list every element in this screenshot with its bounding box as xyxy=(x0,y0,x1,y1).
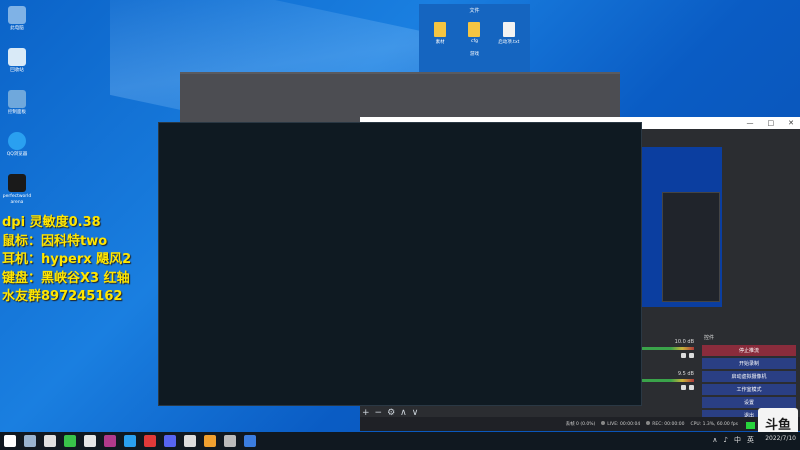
browser-icon[interactable] xyxy=(124,435,136,447)
app-icon[interactable] xyxy=(104,435,116,447)
status-indicator-icon xyxy=(746,422,755,429)
mixer-channel[interactable]: 10.0 dB xyxy=(636,339,694,358)
live-time: LIVE: 00:00:04 xyxy=(607,422,641,427)
gear-icon[interactable] xyxy=(689,353,694,358)
overlay-line: 水友群897245162 xyxy=(2,289,123,304)
remove-button[interactable]: − xyxy=(375,408,383,418)
desktop-icon-control-panel[interactable]: 控制面板 xyxy=(2,90,32,116)
qq-icon[interactable] xyxy=(84,435,96,447)
folder-icon xyxy=(434,22,447,37)
projector-window[interactable] xyxy=(158,122,642,406)
desktop-icon-recycle-bin[interactable]: 回收站 xyxy=(2,48,32,74)
mixer-db: 9.5 dB xyxy=(677,371,694,377)
stop-streaming-button[interactable]: 停止推流 xyxy=(702,345,796,356)
desktop-icon-label: 回收站 xyxy=(10,68,24,73)
discord-icon[interactable] xyxy=(164,435,176,447)
mixer-db: 10.0 dB xyxy=(674,339,694,345)
move-up-button[interactable]: ∧ xyxy=(400,408,407,418)
volume-meter xyxy=(636,347,694,350)
file-item-startup-txt[interactable]: 启动项.txt xyxy=(494,22,524,45)
explorer-title: 文件 xyxy=(469,8,480,14)
chat-icon[interactable] xyxy=(224,435,236,447)
maximize-button[interactable]: □ xyxy=(768,119,775,127)
rec-time: REC: 00:00:00 xyxy=(652,422,685,427)
steam-icon[interactable] xyxy=(24,435,36,447)
file-item-cfg[interactable]: cfg xyxy=(459,22,489,45)
stream-overlay-text: dpi 灵敏度0.38 鼠标：因科特two 耳机：hyperx 飓风2 键盘：黑… xyxy=(2,214,131,307)
ime-chinese[interactable]: 中 xyxy=(734,435,741,445)
overlay-line: 鼠标：因科特two xyxy=(2,233,108,249)
qq-browser-icon[interactable] xyxy=(244,435,256,447)
desktop-icon-computer[interactable]: 此电脑 xyxy=(2,6,32,32)
move-down-button[interactable]: ∨ xyxy=(412,408,419,418)
folder-icon xyxy=(468,22,481,37)
text-file-icon xyxy=(502,22,515,37)
taskbar: ∧ ♪ 中 英 2022/7/10 xyxy=(0,432,800,450)
obs-preview-nested xyxy=(662,192,720,302)
studio-mode-button[interactable]: 工作室模式 xyxy=(702,384,796,395)
explorer-group-label: 游戏 xyxy=(470,52,479,57)
tray-expand-icon[interactable]: ∧ xyxy=(712,436,717,444)
obs-icon[interactable] xyxy=(184,435,196,447)
file-explorer-window[interactable]: 文件 素材 cfg 启动项.txt 游戏 xyxy=(419,4,530,74)
netease-icon[interactable] xyxy=(144,435,156,447)
add-button[interactable]: + xyxy=(362,408,370,418)
file-name: 素材 xyxy=(435,40,445,45)
file-name: 启动项.txt xyxy=(498,40,520,45)
speaker-icon[interactable] xyxy=(681,353,686,358)
volume-meter xyxy=(636,379,694,382)
controls-title: 控件 xyxy=(704,335,715,341)
gear-icon[interactable] xyxy=(689,385,694,390)
desktop-icon-arena[interactable]: perfectworld arena xyxy=(2,174,32,206)
file-name: cfg xyxy=(471,39,478,44)
people-icon[interactable] xyxy=(44,435,56,447)
desktop-icon-label: 此电脑 xyxy=(10,26,24,31)
virtual-camera-button[interactable]: 启动虚拟摄像机 xyxy=(702,371,796,382)
volume-icon[interactable]: ♪ xyxy=(724,436,728,444)
minimize-button[interactable]: — xyxy=(747,119,754,127)
desktop-icon-label: perfectworld arena xyxy=(2,194,32,205)
control-panel-icon xyxy=(8,90,26,108)
desktop-icon-label: QQ浏览器 xyxy=(6,152,28,157)
file-item-materials[interactable]: 素材 xyxy=(425,22,455,45)
taskbar-clock[interactable]: 2022/7/10 xyxy=(765,435,796,442)
recycle-bin-icon xyxy=(8,48,26,66)
start-icon[interactable] xyxy=(4,435,16,447)
wechat-icon[interactable] xyxy=(64,435,76,447)
close-button[interactable]: ✕ xyxy=(788,119,794,127)
overlay-line: dpi 灵敏度0.38 xyxy=(2,215,101,230)
settings-button[interactable]: 设置 xyxy=(702,397,796,408)
mixer-channel[interactable]: 9.5 dB xyxy=(636,371,694,390)
arena-icon xyxy=(8,174,26,192)
speaker-icon[interactable] xyxy=(681,385,686,390)
desktop-icon-browser[interactable]: QQ浏览器 xyxy=(2,132,32,158)
start-recording-button[interactable]: 开始录制 xyxy=(702,358,796,369)
steam-client-icon[interactable] xyxy=(204,435,216,447)
dropped-frames: 丢帧 0 (0.0%) xyxy=(565,422,596,427)
system-tray: ∧ ♪ 中 英 xyxy=(712,435,754,445)
properties-icon[interactable]: ⚙ xyxy=(387,408,395,418)
scene-toolbar: + − ⚙ ∧ ∨ xyxy=(362,408,418,418)
ime-english[interactable]: 英 xyxy=(747,435,754,445)
overlay-line: 键盘：黑峡谷X3 红轴 xyxy=(2,270,130,286)
desktop-icon-label: 控制面板 xyxy=(8,110,26,115)
browser-icon xyxy=(8,132,26,150)
computer-icon xyxy=(8,6,26,24)
live-icon xyxy=(601,421,606,425)
cpu-fps: CPU: 1.3%, 60.00 fps xyxy=(690,421,739,427)
audio-mixer[interactable]: 10.0 dB 9.5 dB xyxy=(636,339,694,403)
rec-icon xyxy=(646,421,651,425)
obs-status-bar: 丢帧 0 (0.0%) LIVE: 00:00:04 REC: 00:00:00… xyxy=(360,417,800,431)
overlay-line: 耳机：hyperx 飓风2 xyxy=(2,252,132,267)
